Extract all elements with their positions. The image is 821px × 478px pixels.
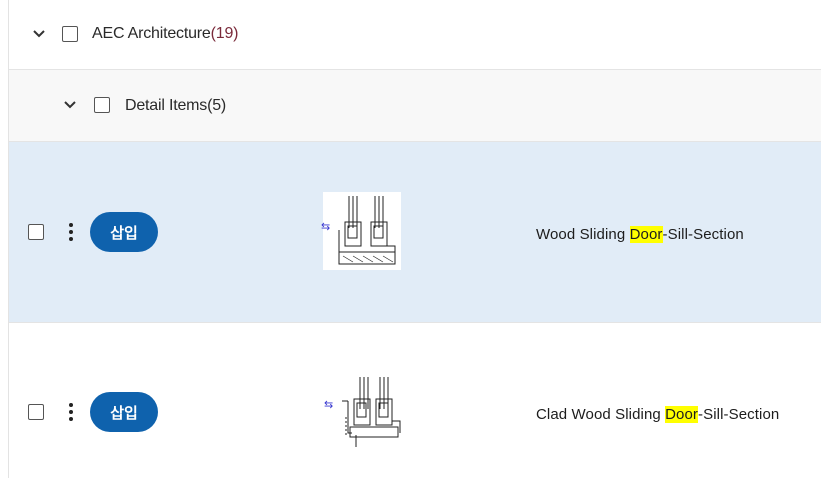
group-row-detail-items: Detail Items(5)	[9, 70, 821, 142]
detail-thumbnail[interactable]	[334, 373, 404, 451]
item-name-suffix: -Sill-Section	[662, 226, 744, 243]
list-item[interactable]: 삽입 ⇆ Clad Wood Sliding Door-Sill-Section	[9, 323, 821, 478]
item-name-suffix: -Sill-Section	[698, 406, 780, 423]
insert-button[interactable]: 삽입	[90, 392, 158, 432]
insert-button[interactable]: 삽입	[90, 212, 158, 252]
group-title: AEC Architecture	[92, 25, 211, 42]
item-name: Wood Sliding Door-Sill-Section	[536, 226, 744, 243]
item-name-prefix: Clad Wood Sliding	[536, 406, 666, 423]
group-label: AEC Architecture(19)	[92, 25, 238, 43]
group-checkbox-detail-items[interactable]	[94, 97, 110, 113]
item-checkbox[interactable]	[28, 404, 44, 420]
group-count: (19)	[210, 25, 239, 42]
search-highlight: Door	[629, 226, 663, 243]
kebab-menu-icon[interactable]	[67, 222, 75, 242]
search-highlight: Door	[665, 406, 699, 423]
group-count: (5)	[207, 97, 227, 114]
kebab-menu-icon[interactable]	[67, 402, 75, 422]
group-label: Detail Items(5)	[125, 97, 226, 115]
chevron-down-icon[interactable]	[31, 26, 47, 42]
chevron-down-icon[interactable]	[62, 97, 78, 113]
group-checkbox-aec-architecture[interactable]	[62, 26, 78, 42]
link-arrows-icon: ⇆	[321, 221, 331, 233]
item-checkbox[interactable]	[28, 224, 44, 240]
list-item[interactable]: 삽입 ⇆ Wood Sliding Door-Sill-Section	[9, 142, 821, 323]
item-name-prefix: Wood Sliding	[536, 226, 630, 243]
link-arrows-icon: ⇆	[324, 399, 334, 411]
group-row-aec-architecture: AEC Architecture(19)	[9, 0, 821, 70]
group-title: Detail Items	[125, 97, 208, 114]
item-name: Clad Wood Sliding Door-Sill-Section	[536, 406, 779, 423]
detail-thumbnail[interactable]	[323, 192, 401, 270]
